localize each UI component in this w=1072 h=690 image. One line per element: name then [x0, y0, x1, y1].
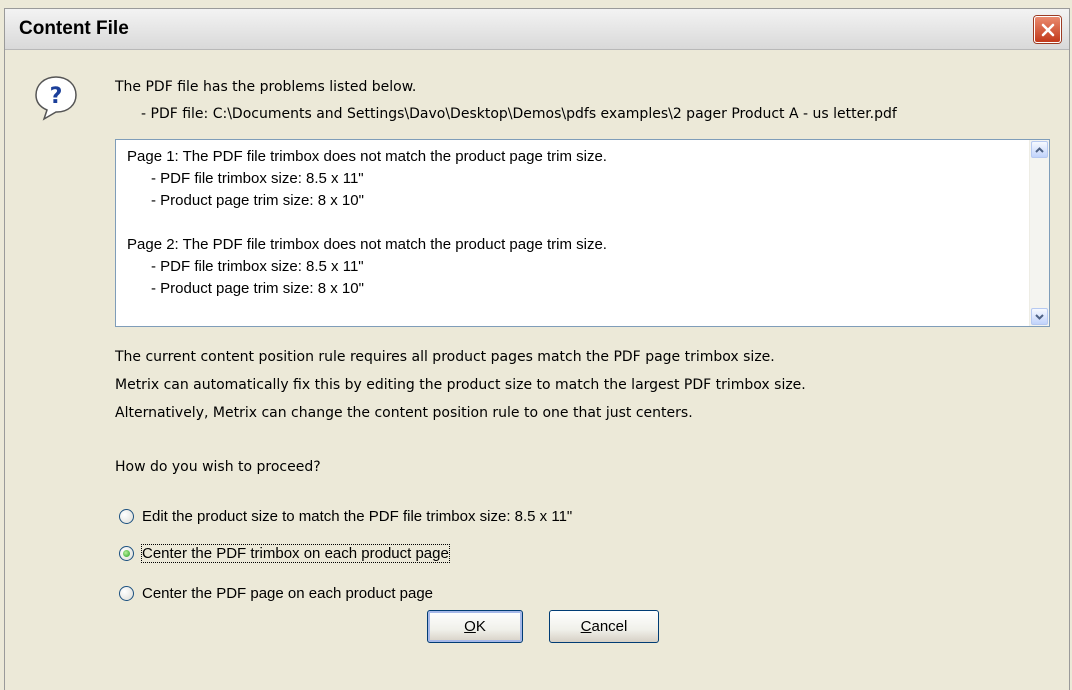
- chevron-up-icon: [1035, 146, 1044, 153]
- question-icon: ?: [35, 76, 77, 121]
- explanation-line: The current content position rule requir…: [115, 349, 775, 365]
- radio-button[interactable]: [119, 585, 134, 601]
- pdf-file-path: - PDF file: C:\Documents and Settings\Da…: [141, 106, 897, 122]
- radio-button[interactable]: [119, 508, 134, 524]
- option-center-page[interactable]: Center the PDF page on each product page: [119, 581, 433, 605]
- option-edit-product-size[interactable]: Edit the product size to match the PDF f…: [119, 504, 572, 528]
- radio-button-selected[interactable]: [119, 545, 134, 561]
- scroll-up-button[interactable]: [1031, 141, 1048, 158]
- option-label: Center the PDF page on each product page: [142, 584, 434, 602]
- dialog-title: Content File: [19, 18, 129, 39]
- problem-line: Page 2: The PDF file trimbox does not ma…: [127, 236, 607, 253]
- chevron-down-icon: [1035, 313, 1044, 320]
- explanation-line: Metrix can automatically fix this by edi…: [115, 377, 806, 393]
- title-bar[interactable]: Content File: [5, 9, 1069, 50]
- problem-line: - PDF file trimbox size: 8.5 x 11": [151, 170, 364, 187]
- problem-line: - PDF file trimbox size: 8.5 x 11": [151, 258, 364, 275]
- question-text: How do you wish to proceed?: [115, 459, 321, 475]
- intro-text: The PDF file has the problems listed bel…: [115, 79, 417, 95]
- cancel-label-rest: ancel: [591, 618, 628, 635]
- problems-list[interactable]: Page 1: The PDF file trimbox does not ma…: [115, 139, 1050, 327]
- ok-mnemonic: O: [464, 618, 476, 635]
- problem-line: [127, 212, 1030, 234]
- problem-line: - Product page trim size: 8 x 10": [151, 280, 364, 297]
- close-icon: [1041, 23, 1054, 36]
- close-button[interactable]: [1034, 16, 1061, 43]
- vertical-scrollbar[interactable]: [1029, 140, 1049, 326]
- svg-text:?: ?: [50, 84, 63, 109]
- ok-button[interactable]: OK: [427, 610, 523, 643]
- option-label: Edit the product size to match the PDF f…: [142, 507, 573, 525]
- option-center-trimbox[interactable]: Center the PDF trimbox on each product p…: [119, 541, 450, 565]
- problem-line: Page 1: The PDF file trimbox does not ma…: [127, 148, 607, 165]
- scroll-down-button[interactable]: [1031, 308, 1048, 325]
- explanation-line: Alternatively, Metrix can change the con…: [115, 405, 693, 421]
- ok-label-rest: K: [475, 618, 486, 635]
- problem-line: - Product page trim size: 8 x 10": [151, 192, 364, 209]
- option-label: Center the PDF trimbox on each product p…: [141, 543, 450, 563]
- cancel-button[interactable]: Cancel: [549, 610, 659, 643]
- cancel-mnemonic: C: [580, 618, 592, 635]
